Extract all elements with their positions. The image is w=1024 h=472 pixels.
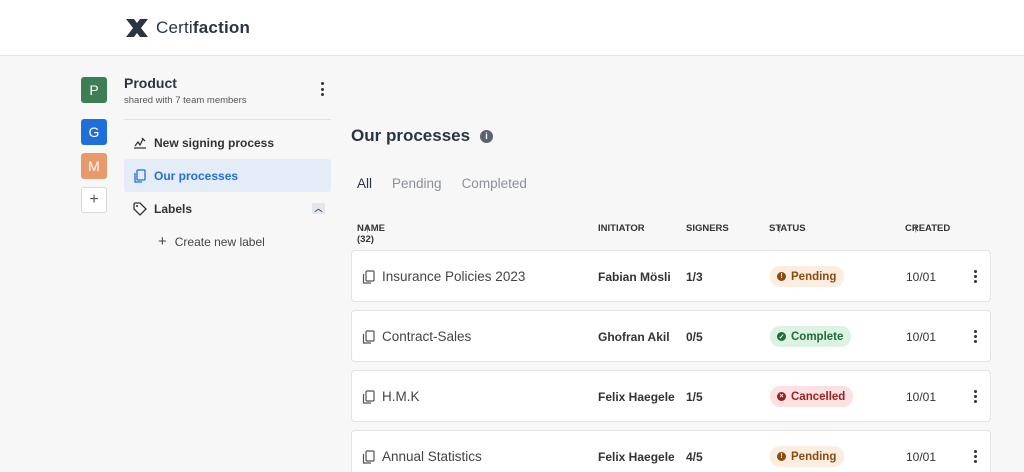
close-icon: ×: [777, 392, 786, 401]
process-name[interactable]: Contract-Sales: [382, 329, 471, 344]
sort-arrow-icon: ↑: [365, 223, 371, 235]
add-workspace-button[interactable]: +: [81, 187, 107, 213]
created-date: 10/01: [906, 450, 937, 464]
sidebar-item-labels[interactable]: Labels ︿: [124, 192, 331, 225]
brand-logo[interactable]: Certifaction: [124, 17, 250, 39]
signers-count: 4/5: [686, 450, 703, 464]
main-content: Our processes i All Pending Completed NA…: [351, 120, 991, 472]
tab-all[interactable]: All: [357, 176, 372, 191]
team-subtitle: shared with 7 team members: [124, 95, 247, 106]
plus-icon: +: [158, 233, 167, 250]
row-menu-icon[interactable]: [973, 390, 977, 403]
page-title: Our processes i: [351, 126, 991, 146]
status-badge: ✓ Complete: [770, 326, 852, 347]
status-badge: ! Pending: [770, 266, 845, 287]
documents-icon: [134, 168, 146, 183]
brand-name: Certifaction: [156, 18, 251, 37]
workspace-switcher: P G M +: [81, 77, 107, 221]
table-row[interactable]: Contract-Sales Ghofran Akil 0/5 ✓ Complet…: [351, 310, 991, 362]
tag-icon: [133, 201, 147, 216]
process-name[interactable]: Insurance Policies 2023: [382, 269, 525, 284]
process-name[interactable]: H.M.K: [382, 389, 420, 404]
sidebar-item-label: New signing process: [154, 135, 275, 150]
documents-icon: [362, 270, 375, 284]
create-label-button[interactable]: + Create new label: [124, 225, 331, 258]
sidebar-item-label: Our processes: [154, 168, 239, 183]
team-name: Product: [124, 75, 177, 91]
workspace-g[interactable]: G: [81, 119, 107, 145]
alert-icon: !: [777, 272, 786, 281]
certifaction-logo-icon: [126, 19, 148, 37]
initiator: Felix Haegele: [598, 450, 675, 464]
signers-count: 1/3: [686, 270, 703, 284]
status-badge: ! Pending: [770, 446, 845, 467]
row-menu-icon[interactable]: [973, 450, 977, 463]
signature-icon: [134, 137, 146, 149]
top-bar: Certifaction: [0, 0, 1024, 56]
workspace-m[interactable]: M: [81, 153, 107, 179]
tab-completed[interactable]: Completed: [462, 176, 527, 191]
created-date: 10/01: [906, 390, 937, 404]
documents-icon: [362, 450, 375, 464]
table-row[interactable]: Annual Statistics Felix Haegele 4/5 ! Pen…: [351, 430, 991, 472]
table-row[interactable]: H.M.K Felix Haegele 1/5 × Cancelled 10/01: [351, 370, 991, 422]
tab-pending[interactable]: Pending: [392, 176, 442, 191]
initiator: Fabian Mösli: [598, 270, 671, 284]
initiator: Ghofran Akil: [598, 330, 670, 344]
sidebar-item-new-signing[interactable]: New signing process: [124, 126, 331, 159]
table-header: NAME (32) ↑ INITIATOR SIGNERS STATUS ↑ CRE…: [357, 223, 951, 245]
created-date: 10/01: [906, 270, 937, 284]
sort-arrow-icon: ↑: [777, 223, 783, 235]
filter-tabs: All Pending Completed: [357, 176, 991, 191]
status-badge: × Cancelled: [770, 386, 854, 407]
initiator: Felix Haegele: [598, 390, 675, 404]
info-icon[interactable]: i: [480, 129, 494, 143]
process-name[interactable]: Annual Statistics: [382, 449, 482, 464]
table-row[interactable]: Insurance Policies 2023 Fabian Mösli 1/3…: [351, 250, 991, 302]
sidebar-item-label: Labels: [154, 201, 193, 216]
page-title-text: Our processes: [351, 126, 471, 145]
row-menu-icon[interactable]: [973, 330, 977, 343]
sidebar: Product shared with 7 team members New s…: [124, 70, 331, 250]
documents-icon: [362, 330, 375, 344]
sidebar-nav: New signing process Our processes Labels…: [124, 126, 331, 258]
documents-icon: [362, 390, 375, 404]
divider: [124, 119, 331, 120]
team-menu-icon[interactable]: [319, 82, 325, 96]
created-date: 10/01: [906, 330, 937, 344]
chevron-up-icon[interactable]: ︿: [312, 203, 325, 214]
create-label-text: Create new label: [174, 234, 265, 249]
check-icon: ✓: [777, 332, 786, 341]
row-menu-icon[interactable]: [973, 270, 977, 283]
sort-arrow-icon: ↑: [913, 223, 919, 235]
workspace-p[interactable]: P: [81, 77, 107, 103]
alert-icon: !: [777, 452, 786, 461]
signers-count: 1/5: [686, 390, 703, 404]
sidebar-item-our-processes[interactable]: Our processes: [124, 159, 331, 192]
signers-count: 0/5: [686, 330, 703, 344]
